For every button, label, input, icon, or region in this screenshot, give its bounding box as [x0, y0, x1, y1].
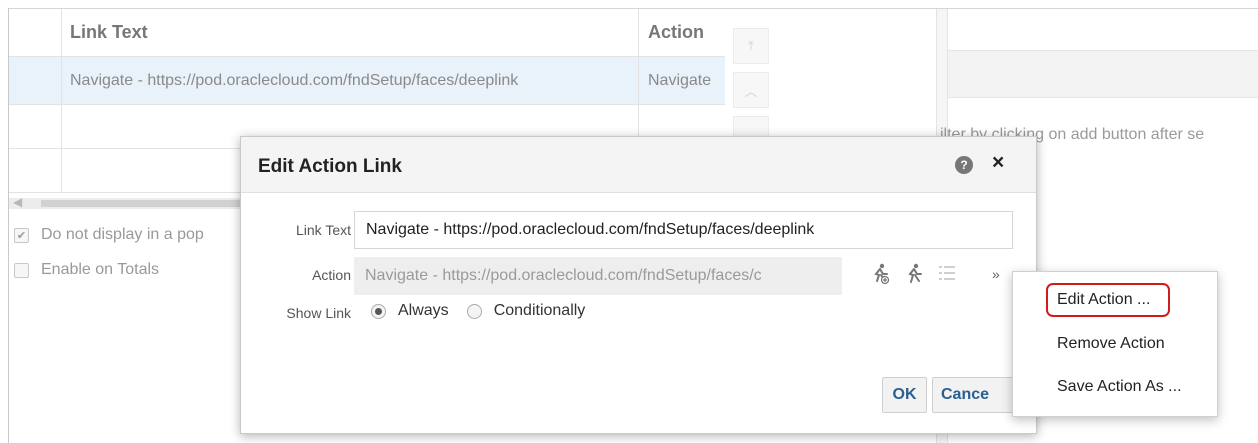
link-text-label: Link Text	[296, 222, 351, 238]
highlight-box	[1046, 283, 1170, 317]
checkbox-label: Do not display in a pop	[41, 226, 204, 243]
column-header-link-text[interactable]: Link Text	[70, 9, 630, 56]
table-row[interactable]: Navigate - https://pod.oraclecloud.com/f…	[9, 57, 725, 105]
dialog-title: Edit Action Link	[258, 156, 402, 177]
table-cell-action: Navigate	[648, 71, 712, 89]
radio-always-label: Always	[398, 302, 449, 319]
add-action-icon[interactable]	[869, 263, 891, 291]
chevron-up-icon: ︿	[744, 83, 758, 99]
horizontal-scrollbar[interactable]: ◀	[9, 195, 241, 209]
edit-action-link-dialog: Edit Action Link ? × Link Text Navigate …	[240, 136, 1037, 434]
help-icon[interactable]: ?	[955, 156, 973, 174]
run-action-icon[interactable]	[903, 263, 925, 291]
checkbox-box[interactable]	[14, 262, 29, 278]
radio-always[interactable]	[371, 303, 386, 319]
menu-item-remove-action[interactable]: Remove Action	[1057, 335, 1165, 353]
table-cell-link-text: Navigate - https://pod.oraclecloud.com/f…	[70, 71, 519, 89]
column-separator	[61, 9, 62, 193]
show-link-label: Show Link	[286, 305, 351, 321]
table-header-row: Link Text Action	[9, 9, 725, 57]
radio-conditionally[interactable]	[466, 303, 482, 319]
cancel-button[interactable]: Cance	[932, 377, 1016, 413]
move-to-top-icon: ⤒	[748, 38, 754, 53]
right-panel-header	[948, 50, 1258, 98]
scroll-left-icon[interactable]: ◀	[13, 195, 22, 209]
move-to-top-button[interactable]: ⤒	[733, 28, 769, 64]
checkbox-do-not-display[interactable]: ✔ Do not display in a pop	[14, 226, 204, 244]
ok-button[interactable]: OK	[882, 377, 927, 413]
column-header-action[interactable]: Action	[648, 9, 725, 56]
dialog-title-bar[interactable]: Edit Action Link ? ×	[241, 137, 1036, 193]
close-icon[interactable]: ×	[992, 152, 1004, 173]
action-field: Navigate - https://pod.oraclecloud.com/f…	[354, 257, 842, 295]
link-text-input[interactable]: Navigate - https://pod.oraclecloud.com/f…	[354, 211, 1013, 249]
action-label: Action	[312, 267, 351, 283]
move-up-button[interactable]: ︿	[733, 72, 769, 108]
more-options-icon[interactable]: »	[992, 266, 1000, 282]
checkbox-enable-on-totals[interactable]: Enable on Totals	[14, 261, 159, 279]
list-icon[interactable]	[937, 263, 957, 289]
checkbox-label: Enable on Totals	[41, 261, 160, 278]
radio-conditionally-label: Conditionally	[493, 302, 586, 319]
show-link-radio-group: Always Conditionally	[371, 302, 585, 320]
scrollbar-thumb[interactable]	[41, 200, 241, 207]
checkmark-icon[interactable]: ✔	[14, 227, 29, 243]
menu-item-save-action-as[interactable]: Save Action As ...	[1057, 378, 1182, 396]
